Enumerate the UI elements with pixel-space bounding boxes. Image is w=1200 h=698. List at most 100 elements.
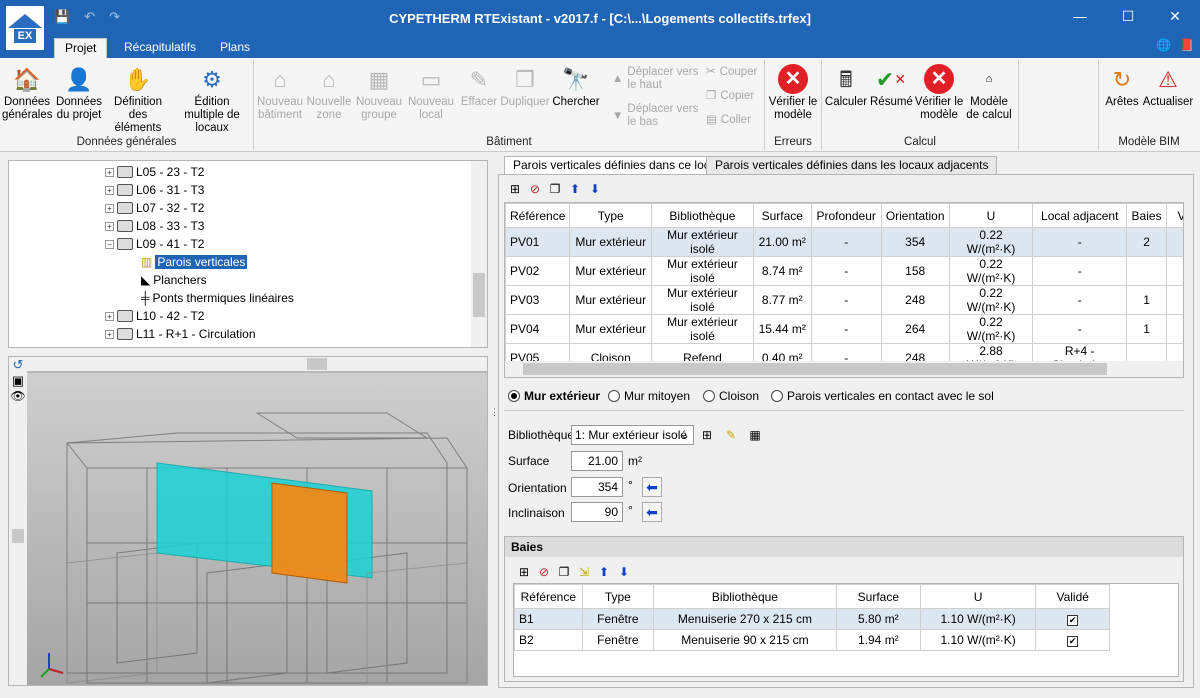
import-baie-icon[interactable]: ⇲ (577, 565, 591, 579)
edit-library-icon[interactable]: ✎ (724, 428, 738, 442)
baies-col-surface[interactable]: Surface (835, 584, 921, 609)
resume-button[interactable]: ✔ ✕ Résumé (870, 62, 913, 109)
nouvelle-zone-button[interactable]: ⌂ Nouvelle zone (306, 62, 352, 122)
move-up-icon[interactable]: ⬆ (568, 182, 582, 196)
help-book-icon[interactable]: 📕 (1179, 38, 1194, 52)
col-reference[interactable]: Référence (505, 203, 571, 228)
orientation-input[interactable]: 354 (571, 477, 623, 497)
tree-item-planchers[interactable]: ◣ Planchers (141, 273, 207, 287)
orientation-pick-button[interactable]: ⬅ (642, 477, 662, 497)
rotate-icon[interactable]: ↺ (9, 357, 27, 373)
delete-row-icon[interactable]: ⊘ (528, 182, 542, 196)
definition-elements-button[interactable]: ✋ Définition des éléments (106, 62, 170, 135)
col-type[interactable]: Type (569, 203, 653, 228)
tab-projet[interactable]: Projet (54, 38, 108, 58)
baies-col-u[interactable]: U (919, 584, 1037, 609)
calculer-button[interactable]: 🖩 Calculer (824, 62, 868, 109)
valide-checkbox[interactable]: ✔ (1067, 615, 1079, 626)
edition-multiple-button[interactable]: ⚙ Édition multiple de locaux (174, 62, 250, 135)
col-profondeur[interactable]: Profondeur (810, 203, 882, 228)
tree-item-l05[interactable]: + L05 - 23 - T2 (105, 165, 204, 179)
table-row[interactable]: B1 Fenêtre Menuiserie 270 x 215 cm 5.80 m² 1… (514, 608, 1110, 630)
deplacer-bas-button[interactable]: ▼ Déplacer vers le bas (612, 103, 702, 129)
3d-hscroll[interactable] (27, 357, 487, 371)
globe-icon[interactable]: 🌐 (1156, 38, 1171, 52)
baies-col-valide[interactable]: Validé (1035, 584, 1110, 609)
close-button[interactable]: ✕ (1163, 8, 1187, 25)
col-u[interactable]: U (948, 203, 1034, 228)
nouveau-local-button[interactable]: ▭ Nouveau local (406, 62, 456, 122)
tree-item-l06[interactable]: + L06 - 31 - T3 (105, 183, 204, 197)
move-up-baie-icon[interactable]: ⬆ (597, 565, 611, 579)
col-surface[interactable]: Surface (752, 203, 812, 228)
tree-item-parois-verticales[interactable]: ▥ Parois verticales (141, 255, 248, 269)
table-row[interactable]: PV01 Mur extérieur Mur extérieur isolé 21.0… (505, 227, 1183, 257)
inclinaison-input[interactable]: 90 (571, 502, 623, 522)
vertical-splitter[interactable]: ⋮ (490, 408, 499, 430)
walls-hscroll[interactable] (505, 361, 1183, 377)
radio-cloison[interactable]: Cloison (703, 389, 759, 403)
radio-mur-exterieur[interactable]: Mur extérieur (508, 389, 600, 403)
tree-scrollbar[interactable] (471, 161, 487, 347)
donnees-projet-button[interactable]: 👤 Données du projet (54, 62, 104, 122)
add-row-icon[interactable]: ⊞ (508, 182, 522, 196)
col-orientation[interactable]: Orientation (880, 203, 950, 228)
move-down-baie-icon[interactable]: ⬇ (617, 565, 631, 579)
baies-col-type[interactable]: Type (581, 584, 655, 609)
deplacer-haut-button[interactable]: ▲ Déplacer vers le haut (612, 66, 702, 92)
coller-button[interactable]: ▤ Coller (706, 114, 751, 127)
chercher-button[interactable]: 🔭 Chercher (552, 62, 600, 109)
col-bibliotheque[interactable]: Bibliothèque (651, 203, 754, 228)
surface-input[interactable]: 21.00 (571, 451, 623, 471)
copy-row-icon[interactable]: ❐ (548, 182, 562, 196)
tree-item-l09[interactable]: − L09 - 41 - T2 (105, 237, 204, 251)
valide-checkbox[interactable]: ✔ (1067, 636, 1079, 647)
baies-col-bibliotheque[interactable]: Bibliothèque (653, 584, 837, 609)
donnees-generales-button[interactable]: 🏠 Données générales (2, 62, 53, 122)
tab-plans[interactable]: Plans (210, 38, 260, 58)
tree-item-l07[interactable]: + L07 - 32 - T2 (105, 201, 204, 215)
cube-icon[interactable]: ▣ (9, 373, 27, 389)
copier-button[interactable]: ❐ Copier (706, 90, 754, 103)
radio-contact-sol[interactable]: Parois verticales en contact avec le sol (771, 389, 994, 403)
add-baie-icon[interactable]: ⊞ (517, 565, 531, 579)
dupliquer-button[interactable]: ❐ Dupliquer (500, 62, 550, 109)
bibliotheque-select[interactable]: 1: Mur extérieur isolé ⌄ (571, 425, 694, 445)
app-logo[interactable]: EX (4, 4, 46, 52)
nouveau-batiment-button[interactable]: ⌂ Nouveau bâtiment (256, 62, 304, 122)
radio-mur-mitoyen[interactable]: Mur mitoyen (608, 389, 690, 403)
modele-calcul-button[interactable]: ⌂ Modèle de calcul (964, 62, 1014, 122)
effacer-button[interactable]: ✎ Effacer (458, 62, 500, 109)
actualiser-button[interactable]: ⚠ Actualiser (1142, 62, 1194, 109)
tree-item-l08[interactable]: + L08 - 33 - T3 (105, 219, 204, 233)
col-baies[interactable]: Baies (1126, 203, 1168, 228)
copy-baie-icon[interactable]: ❐ (557, 565, 571, 579)
minimize-button[interactable]: — (1068, 8, 1092, 24)
tree-item-l10[interactable]: + L10 - 42 - T2 (105, 309, 204, 323)
move-down-icon[interactable]: ⬇ (588, 182, 602, 196)
nouveau-groupe-button[interactable]: ▦ Nouveau groupe (354, 62, 404, 122)
table-row[interactable]: PV04 Mur extérieur Mur extérieur isolé 15.4… (505, 314, 1183, 344)
eye-icon[interactable]: 👁 (9, 389, 27, 403)
tab-recapitulatifs[interactable]: Récapitulatifs (114, 38, 206, 58)
baies-col-reference[interactable]: Référence (514, 584, 583, 609)
couper-button[interactable]: ✂ Couper (706, 66, 757, 79)
aretes-button[interactable]: ↻ Arêtes (1104, 62, 1140, 109)
tree-item-l11[interactable]: + L11 - R+1 - Circulation (105, 327, 256, 341)
grid-library-icon[interactable]: ▦ (748, 428, 762, 442)
delete-baie-icon[interactable]: ⊘ (537, 565, 551, 579)
tab-parois-adjacents[interactable]: Parois verticales définies dans les loca… (706, 156, 998, 174)
table-row[interactable]: PV03 Mur extérieur Mur extérieur isolé 8.77… (505, 285, 1183, 315)
maximize-button[interactable]: ☐ (1116, 8, 1140, 25)
3d-view[interactable]: ↺ ▣ 👁 (8, 356, 488, 686)
table-row[interactable]: B2 Fenêtre Menuiserie 90 x 215 cm 1.94 m² 1.… (514, 629, 1110, 651)
verifier-modele-erreurs-button[interactable]: ✕ Vérifier le modèle (768, 62, 818, 122)
add-library-icon[interactable]: ⊞ (700, 428, 714, 442)
verifier-modele-calcul-button[interactable]: ✕ Vérifier le modèle (914, 62, 964, 122)
table-row[interactable]: PV02 Mur extérieur Mur extérieur isolé 8.74… (505, 256, 1183, 286)
inclinaison-pick-button[interactable]: ⬅ (642, 502, 662, 522)
col-local-adjacent[interactable]: Local adjacent (1032, 203, 1128, 228)
tree-item-ponts-thermiques[interactable]: ╪ Ponts thermiques linéaires (141, 291, 294, 305)
tab-parois-local[interactable]: Parois verticales définies dans ce local (504, 156, 729, 174)
col-v[interactable]: V (1166, 203, 1183, 228)
